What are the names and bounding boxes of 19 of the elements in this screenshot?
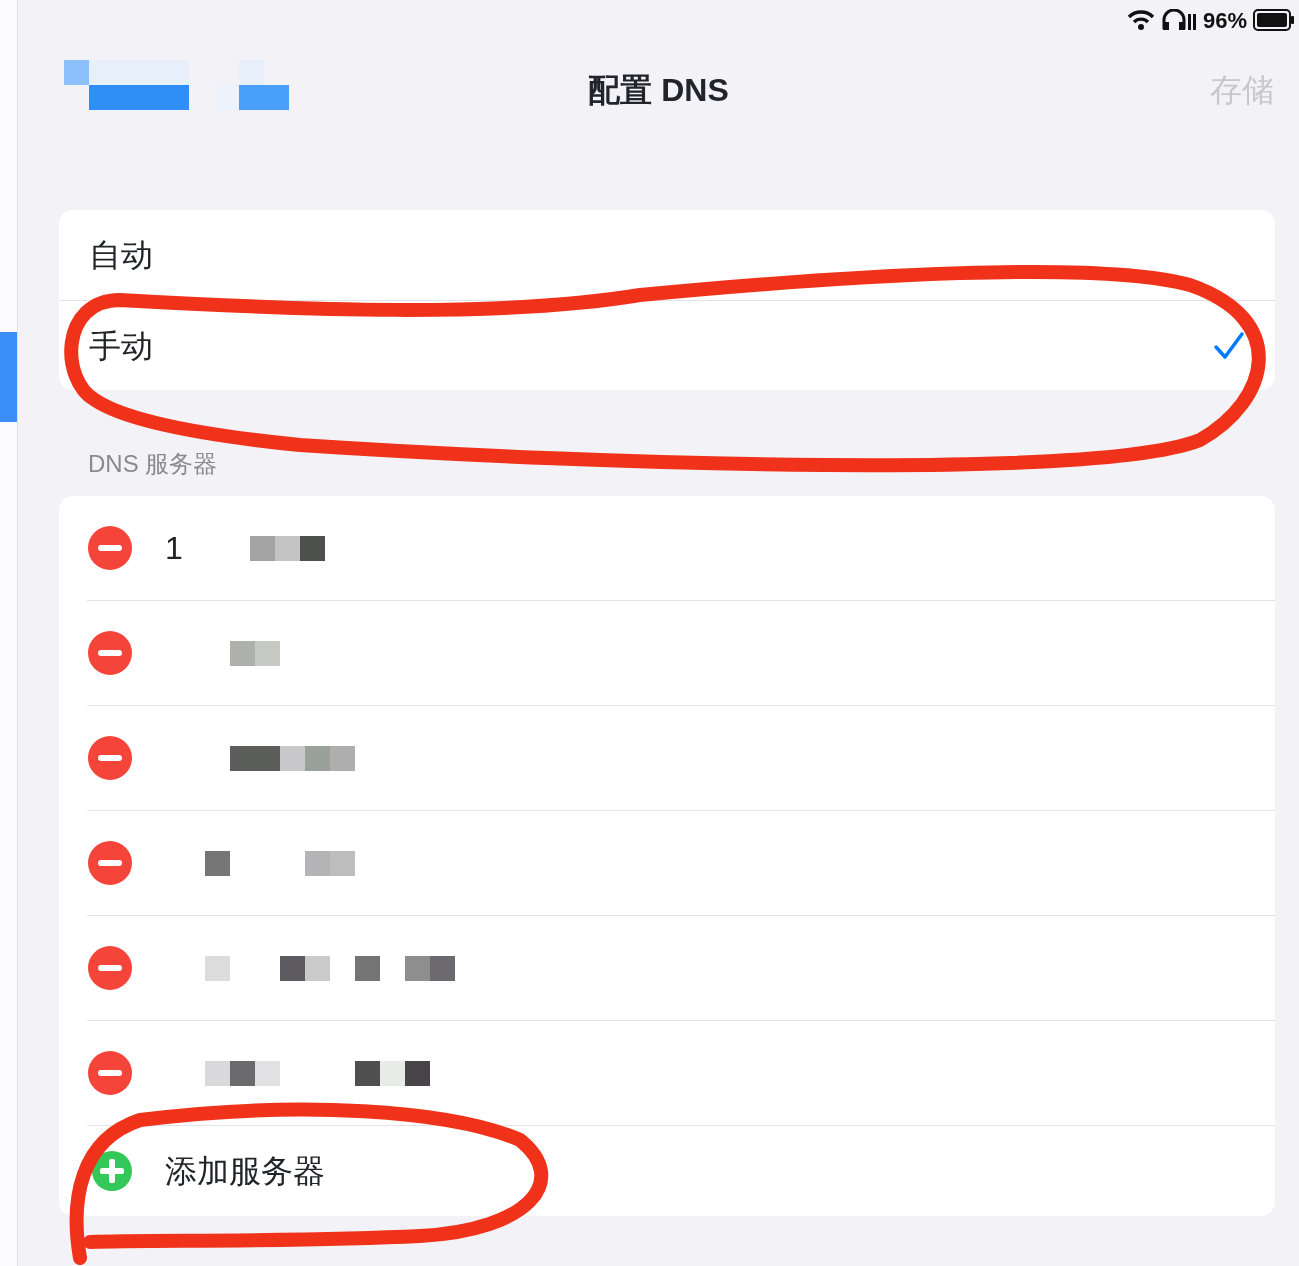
remove-icon[interactable] — [87, 945, 133, 991]
checkmark-icon — [1213, 330, 1245, 361]
battery-icon — [1253, 9, 1295, 31]
battery-percentage: 96% — [1202, 6, 1247, 35]
headphones-icon — [1160, 9, 1197, 31]
section-header: DNS 服务器 — [87, 449, 219, 479]
add-server-button[interactable]: 添加服务器 — [165, 1147, 325, 1195]
remove-icon[interactable] — [87, 1050, 133, 1096]
nav-title: 配置 DNS — [588, 72, 729, 108]
server-address[interactable]: 1 — [165, 524, 205, 572]
remove-icon[interactable] — [87, 735, 133, 781]
mode-option[interactable]: 自动 — [59, 210, 1275, 300]
remove-icon[interactable] — [87, 840, 133, 886]
redaction-mark — [230, 640, 280, 666]
wifi-icon — [1126, 9, 1155, 31]
remove-icon[interactable] — [87, 630, 133, 676]
mode-option[interactable]: 手动 — [59, 300, 1275, 390]
add-icon[interactable] — [91, 1150, 133, 1192]
remove-icon[interactable] — [87, 525, 133, 571]
